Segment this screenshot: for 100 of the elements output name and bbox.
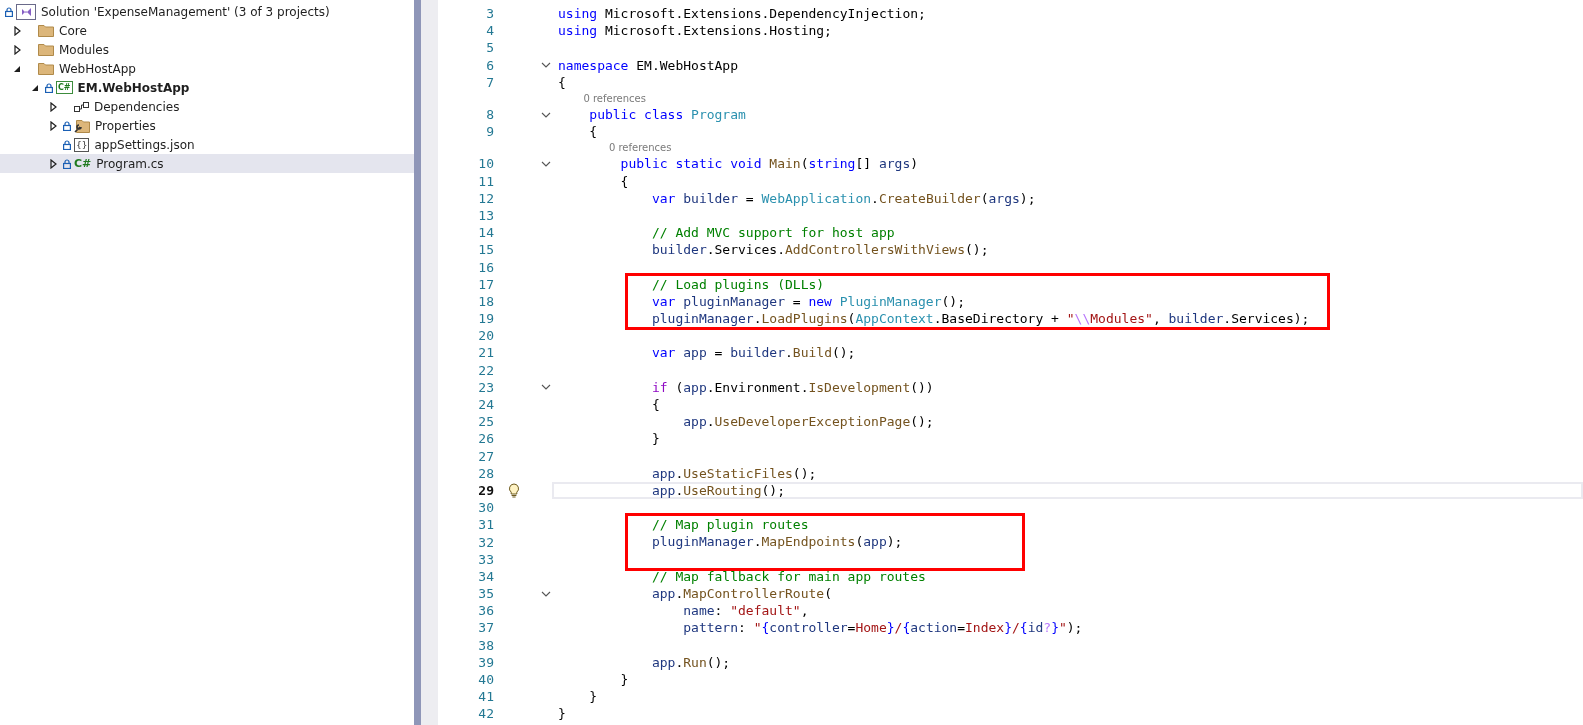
line-number: 12: [477, 190, 494, 206]
line-number: 39: [477, 654, 494, 670]
code-line: public static void Main(string[] args): [619, 155, 919, 173]
code-line: }: [558, 705, 566, 723]
tree-item-label: WebHostApp: [59, 61, 136, 76]
code-line: // Load plugins (DLLs): [650, 275, 825, 293]
code-line: var app = builder.Build();: [650, 344, 856, 362]
code-line: {: [588, 123, 598, 141]
line-number: 37: [477, 620, 494, 636]
tree-item[interactable]: Dependencies: [0, 97, 414, 116]
collapsed-triangle-icon[interactable]: [13, 25, 21, 36]
code-line: if (app.Environment.IsDevelopment()): [650, 378, 934, 396]
line-number: 22: [477, 362, 494, 378]
line-number: 19: [477, 311, 494, 327]
tree-item[interactable]: Modules: [0, 40, 414, 59]
code-line: var pluginManager = new PluginManager();: [650, 292, 965, 310]
line-number: 32: [477, 534, 494, 550]
folder-icon: [38, 62, 54, 75]
lightbulb-icon[interactable]: [508, 482, 520, 498]
line-number: 10: [477, 156, 494, 172]
line-number: 3: [485, 6, 494, 22]
collapsed-triangle-icon[interactable]: [13, 44, 21, 55]
code-line: // Map fallback for main app routes: [650, 567, 926, 585]
dependencies-icon: [74, 100, 89, 113]
tree-item-label: Core: [59, 23, 87, 38]
line-number: 5: [485, 40, 494, 56]
code-line: app.UseDeveloperExceptionPage();: [682, 413, 934, 431]
line-number: 38: [477, 637, 494, 653]
code-line: }: [619, 670, 629, 689]
code-line: public class Program: [588, 105, 746, 124]
fold-chevron-icon[interactable]: [541, 384, 551, 391]
collapsed-triangle-icon[interactable]: [49, 158, 57, 169]
code-line: {: [619, 172, 629, 190]
expanded-triangle-icon[interactable]: [13, 64, 21, 73]
tree-item[interactable]: Core: [0, 21, 414, 40]
line-number: 27: [477, 448, 494, 464]
code-line: // Add MVC support for host app: [650, 224, 895, 242]
line-number: 7: [485, 74, 494, 90]
code-line: // Map plugin routes: [650, 516, 809, 534]
tree-item[interactable]: C# EM.WebHostApp: [0, 78, 414, 97]
codelens-references[interactable]: 0 references: [583, 92, 646, 104]
line-number: 11: [477, 173, 494, 189]
code-line: }: [588, 688, 598, 706]
line-number: 4: [485, 23, 494, 39]
code-line: app.UseRouting();: [650, 481, 785, 500]
line-number: 40: [477, 672, 494, 688]
line-number: 24: [477, 397, 494, 413]
tree-item[interactable]: WebHostApp: [0, 59, 414, 78]
line-number: 29: [477, 482, 494, 498]
tree-item[interactable]: Properties: [0, 116, 414, 135]
expanded-triangle-icon[interactable]: [31, 83, 39, 92]
line-number: 33: [477, 551, 494, 567]
folder-icon: [38, 24, 54, 37]
tree-item-label: Program.cs: [96, 156, 164, 171]
tree-item[interactable]: Solution 'ExpenseManagement' (3 of 3 projects): [0, 2, 414, 21]
fold-chevron-icon[interactable]: [541, 62, 551, 69]
line-number: 42: [477, 706, 494, 722]
line-number: 18: [477, 293, 494, 309]
code-line: app.MapControllerRoute(: [650, 585, 832, 603]
csharp-file-icon: C#: [74, 157, 92, 170]
code-line: app.Run();: [650, 653, 731, 671]
code-line: app.UseStaticFiles();: [650, 464, 817, 482]
tree-item-label: appSettings.json: [94, 137, 195, 152]
tree-item[interactable]: C# Program.cs: [0, 154, 414, 173]
collapsed-triangle-icon[interactable]: [49, 101, 57, 112]
line-number: 21: [477, 345, 494, 361]
line-number: 17: [477, 276, 494, 292]
code-line: pattern: "{controller=Home}/{action=Index}/{id?}");: [682, 619, 1083, 637]
tree-item[interactable]: {} appSettings.json: [0, 135, 414, 154]
code-line: pluginManager.LoadPlugins(AppContext.BaseDirectory + "\\Modules", builder.Services);: [650, 310, 1310, 328]
line-number: 6: [485, 57, 494, 73]
collapsed-triangle-icon[interactable]: [49, 120, 57, 131]
code-line: name: "default",: [682, 602, 809, 620]
line-number: 28: [477, 465, 494, 481]
line-number: 14: [477, 225, 494, 241]
code-line: namespace EM.WebHostApp: [558, 56, 739, 74]
fold-chevron-icon[interactable]: [541, 160, 551, 167]
solution-icon: [16, 3, 36, 20]
code-line: pluginManager.MapEndpoints(app);: [650, 533, 903, 551]
line-number: 31: [477, 517, 494, 533]
code-line: {: [558, 73, 566, 91]
tree-item-label: Dependencies: [94, 99, 180, 114]
code-line: using Microsoft.Extensions.DependencyInjection;: [558, 5, 926, 23]
line-number: 25: [477, 414, 494, 430]
line-number: 15: [477, 242, 494, 258]
fold-chevron-icon[interactable]: [541, 111, 551, 118]
fold-chevron-icon[interactable]: [541, 590, 551, 597]
line-number: 26: [477, 431, 494, 447]
folder-icon: [38, 43, 54, 56]
line-number: 30: [477, 500, 494, 516]
line-number: 36: [477, 603, 494, 619]
line-number: 8: [485, 107, 494, 123]
tree-item-label: Solution 'ExpenseManagement' (3 of 3 projects): [41, 4, 330, 19]
line-number: 35: [477, 586, 494, 602]
codelens-references[interactable]: 0 references: [608, 142, 672, 154]
csharp-project-icon: C#: [56, 81, 73, 94]
tree-item-label: EM.WebHostApp: [77, 80, 190, 95]
code-line: using Microsoft.Extensions.Hosting;: [558, 22, 832, 40]
line-number: 9: [485, 124, 494, 140]
line-number: 13: [477, 207, 494, 223]
